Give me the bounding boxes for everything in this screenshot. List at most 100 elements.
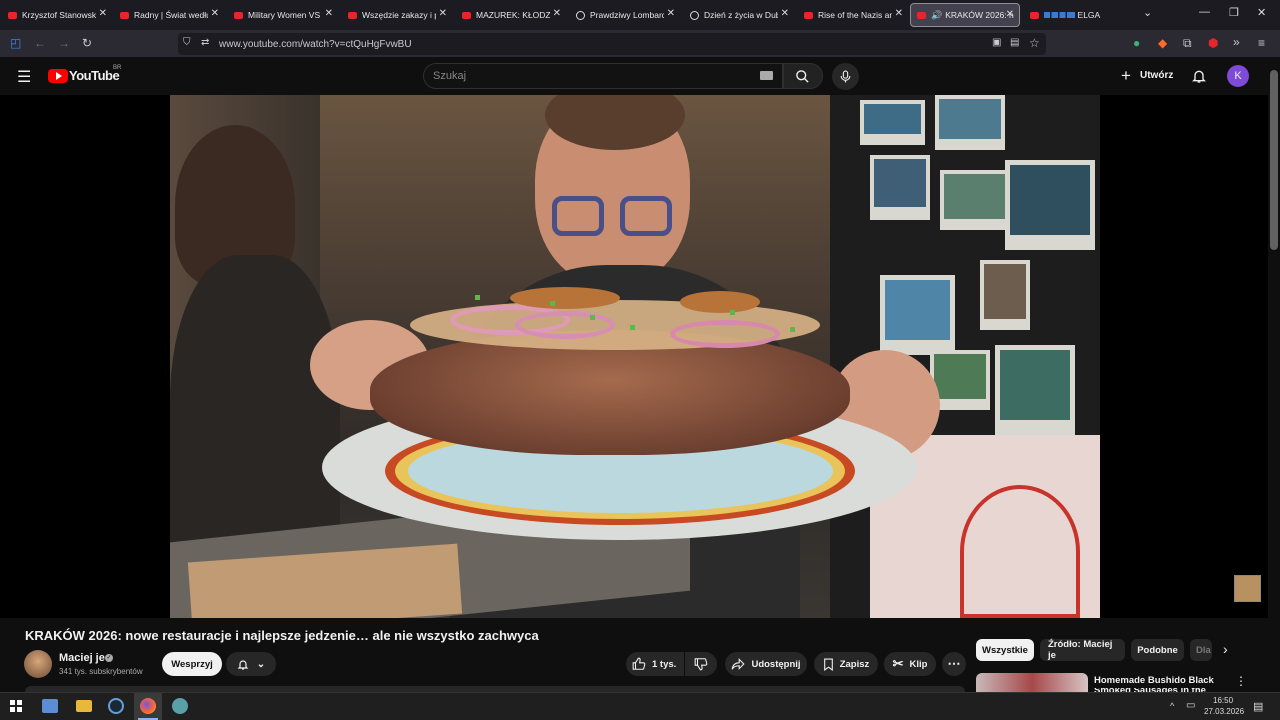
speaker-icon[interactable]: 🔊 xyxy=(931,10,942,21)
overflow-chevrons-icon[interactable]: » xyxy=(1233,35,1240,49)
search-box[interactable] xyxy=(423,63,783,89)
extensions-puzzle-icon[interactable]: ⧉ xyxy=(1183,36,1192,51)
dislike-button[interactable] xyxy=(685,652,717,676)
more-actions-button[interactable]: ⋯ xyxy=(942,652,966,676)
voice-search-button[interactable] xyxy=(832,63,859,90)
tab-title: Radny | Świat według K xyxy=(134,10,208,20)
chip-from-channel[interactable]: Źródło: Maciej je xyxy=(1040,639,1125,661)
share-button[interactable]: Udostępnij xyxy=(725,652,807,676)
browser-tab[interactable]: Dzień z życia w Dubaj✕ xyxy=(684,3,794,27)
youtube-favicon-icon xyxy=(462,11,471,19)
app-menu-icon[interactable]: ≡ xyxy=(1258,36,1265,50)
tab-title: ELGA xyxy=(1077,10,1101,20)
notification-center-icon[interactable]: ▤ xyxy=(1253,700,1263,713)
browser-tab-active[interactable]: 🔊 KRAKÓW 2026: n ✕ xyxy=(910,3,1020,27)
search-input[interactable]: Szukaj xyxy=(433,70,466,82)
windows-start-icon[interactable] xyxy=(10,700,22,712)
share-arrow-icon xyxy=(732,658,746,670)
channel-avatar[interactable] xyxy=(24,650,52,678)
vpn-extension-icon[interactable]: ● xyxy=(1133,36,1140,50)
close-tab-icon[interactable]: ✕ xyxy=(553,8,561,19)
close-tab-icon[interactable]: ✕ xyxy=(781,8,789,19)
tab-title: Prawdziwy Lombard xyxy=(590,10,664,20)
more-dots-icon: ⋯ xyxy=(947,656,961,671)
url-text[interactable]: www.youtube.com/watch?v=ctQuHgFvwBU xyxy=(219,39,412,50)
browser-tab[interactable]: Rise of the Nazis and t✕ xyxy=(798,3,908,27)
tray-chevron-icon[interactable]: ^ xyxy=(1170,701,1174,711)
like-count: 1 tys. xyxy=(652,658,677,670)
close-tab-icon[interactable]: ✕ xyxy=(1006,9,1014,20)
account-avatar[interactable]: K xyxy=(1227,65,1249,87)
browser-tab[interactable]: Military Women VS Sol✕ xyxy=(228,3,338,27)
firefox-extension-icon[interactable]: ◆ xyxy=(1158,36,1167,50)
close-window-icon[interactable]: ✕ xyxy=(1257,6,1266,19)
chip-related[interactable]: Podobne xyxy=(1131,639,1184,661)
video-frame-image[interactable] xyxy=(170,95,1100,618)
restore-window-icon[interactable]: ❐ xyxy=(1229,6,1239,19)
close-tab-icon[interactable]: ✕ xyxy=(667,8,675,19)
channel-name[interactable]: Maciej je xyxy=(59,652,105,664)
close-tab-icon[interactable]: ✕ xyxy=(325,8,333,19)
browser-tab[interactable]: Radny | Świat według K✕ xyxy=(114,3,224,27)
close-tab-icon[interactable]: ✕ xyxy=(99,8,107,19)
browser-tab-strip: Krzysztof Stanowski. Ko✕ Radny | Świat w… xyxy=(0,0,1280,30)
tab-title: Wszędzie zakazy i pro xyxy=(362,10,436,20)
file-explorer-icon[interactable] xyxy=(76,700,92,712)
chip-for-you[interactable]: Dla xyxy=(1190,639,1212,661)
support-button[interactable]: Wesprzyj xyxy=(162,652,222,676)
notifications-button[interactable]: ⌄ xyxy=(226,652,276,676)
picture-in-picture-icon[interactable]: ▣ xyxy=(992,37,1001,48)
recommendation-thumbnail[interactable] xyxy=(976,673,1088,692)
create-button[interactable]: Utwórz xyxy=(1140,70,1173,81)
chip-all[interactable]: Wszystkie xyxy=(976,639,1034,661)
shield-icon[interactable]: ⛉ xyxy=(183,37,191,48)
steam-icon[interactable] xyxy=(108,698,124,714)
tab-title: Military Women VS Sol xyxy=(248,10,322,20)
clock-time[interactable]: 16:50 xyxy=(1213,696,1233,705)
close-tab-icon[interactable]: ✕ xyxy=(439,8,447,19)
hamburger-menu-icon[interactable]: ☰ xyxy=(17,67,31,87)
close-tab-icon[interactable]: ✕ xyxy=(211,8,219,19)
browser-tab[interactable]: ELGA xyxy=(1024,3,1134,27)
clock-date[interactable]: 27.03.2026 xyxy=(1204,707,1244,716)
chevron-right-icon[interactable]: › xyxy=(1223,641,1228,657)
keyboard-icon[interactable] xyxy=(760,71,773,80)
app-icon[interactable] xyxy=(172,698,188,714)
reader-view-icon[interactable]: ▤ xyxy=(1010,37,1019,48)
youtube-logo-text[interactable]: YouTube xyxy=(69,68,120,83)
tab-list-chevron-icon[interactable]: ⌄ xyxy=(1143,6,1152,19)
clip-button[interactable]: ✂ Klip xyxy=(884,652,936,676)
chevron-down-icon: ⌄ xyxy=(256,658,266,670)
tab-title: Krzysztof Stanowski. Ko xyxy=(22,10,96,20)
recommendation-title[interactable]: Homemade Bushido Black xyxy=(1094,674,1214,688)
network-monitor-icon[interactable] xyxy=(42,699,58,713)
like-button[interactable]: 1 tys. xyxy=(626,652,684,676)
browser-tab[interactable]: Prawdziwy Lombard ✕ xyxy=(570,3,680,27)
back-arrow-icon[interactable]: ← xyxy=(34,36,46,50)
minimize-window-icon[interactable]: — xyxy=(1199,6,1210,18)
create-plus-icon[interactable]: + xyxy=(1121,66,1131,86)
scissors-icon: ✂ xyxy=(892,656,904,671)
bookmark-star-icon[interactable]: ☆ xyxy=(1029,36,1040,50)
ublock-extension-icon[interactable]: ⬢ xyxy=(1208,36,1218,50)
network-tray-icon[interactable]: ▭ xyxy=(1186,700,1195,711)
search-button[interactable] xyxy=(783,63,823,89)
reload-icon[interactable]: ↻ xyxy=(82,36,92,50)
firefox-taskbar-button[interactable] xyxy=(134,693,162,720)
browser-tab[interactable]: Krzysztof Stanowski. Ko✕ xyxy=(2,3,112,27)
clip-label: Klip xyxy=(909,658,928,670)
close-tab-icon[interactable]: ✕ xyxy=(895,8,903,19)
recommendation-menu-icon[interactable]: ⋮ xyxy=(1235,674,1247,688)
browser-tab[interactable]: MAZUREK: KŁODZKO✕ xyxy=(456,3,566,27)
tab-title: MAZUREK: KŁODZKO xyxy=(476,10,550,20)
forward-arrow-icon[interactable]: → xyxy=(58,36,70,50)
youtube-favicon-icon xyxy=(1030,11,1039,19)
channel-watermark-avatar[interactable] xyxy=(1234,575,1261,602)
save-button[interactable]: Zapisz xyxy=(814,652,878,676)
sidebar-toggle-icon[interactable]: ◰ xyxy=(10,36,21,50)
notifications-bell-icon[interactable] xyxy=(1191,67,1207,85)
youtube-logo-icon[interactable] xyxy=(48,69,68,83)
site-permissions-icon[interactable]: ⇄ xyxy=(201,37,209,48)
scrollbar-thumb[interactable] xyxy=(1270,70,1278,250)
browser-tab[interactable]: Wszędzie zakazy i pro✕ xyxy=(342,3,452,27)
